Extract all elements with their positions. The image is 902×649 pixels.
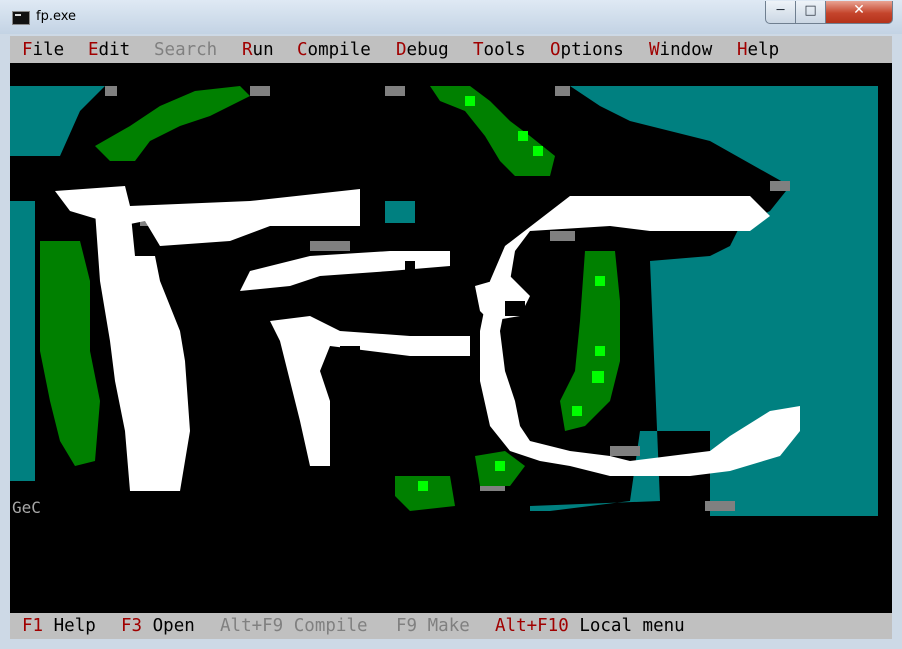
status-bar: F1 Help F3 Open Alt+F9 Compile F9 Make A… [10,613,892,639]
desktop-label: GeC [12,498,41,517]
close-button[interactable]: ✕ [825,1,893,24]
console-app-icon[interactable] [12,11,30,25]
menu-help[interactable]: Help [737,40,779,60]
menu-tools[interactable]: Tools [473,40,526,60]
menu-debug[interactable]: Debug [396,40,449,60]
menu-compile[interactable]: Compile [297,40,371,60]
maximize-button[interactable]: □ [795,1,826,24]
status-help[interactable]: F1 Help [22,616,96,636]
menu-file[interactable]: File [22,40,64,60]
menu-bar: File Edit Search Run Compile Debug Tools… [10,36,892,63]
close-icon: ✕ [853,2,865,18]
status-make[interactable]: F9 Make [396,616,470,636]
minimize-button[interactable]: ─ [765,1,796,24]
menu-search[interactable]: Search [154,40,217,60]
minimize-icon: ─ [776,3,785,18]
menu-options[interactable]: Options [550,40,624,60]
console-client-area: File Edit Search Run Compile Debug Tools… [10,36,892,639]
desktop-background-logo [10,81,880,526]
title-bar[interactable]: fp.exe ─ □ ✕ [0,0,902,34]
window-title: fp.exe [36,9,77,24]
application-window: fp.exe ─ □ ✕ File Edit Search Run Compil… [0,0,902,649]
status-compile[interactable]: Alt+F9 Compile [220,616,368,636]
menu-edit[interactable]: Edit [88,40,130,60]
menu-run[interactable]: Run [242,40,274,60]
status-local-menu[interactable]: Alt+F10 Local menu [495,616,685,636]
menu-window[interactable]: Window [649,40,712,60]
maximize-icon: □ [804,3,817,18]
status-open[interactable]: F3 Open [121,616,195,636]
fpc-logo-art [10,86,878,516]
